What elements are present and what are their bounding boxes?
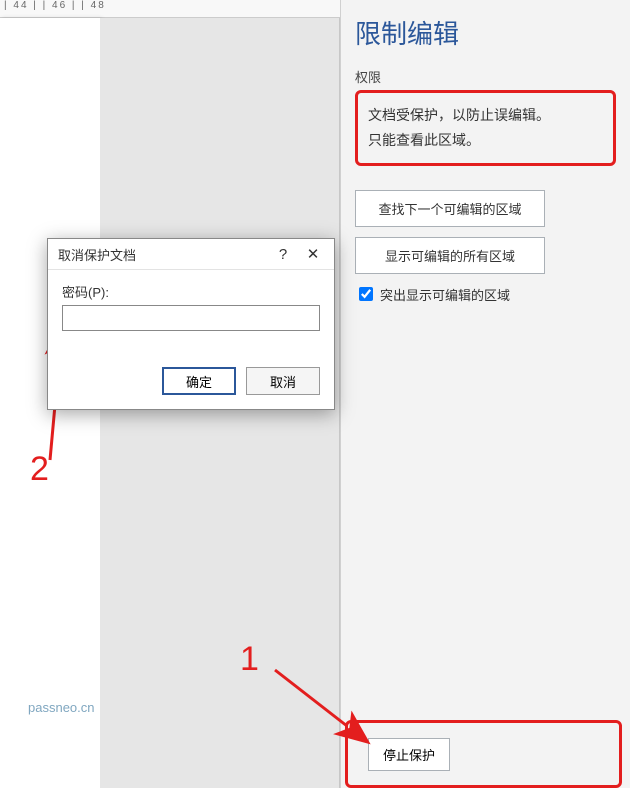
- permissions-label: 权限: [355, 67, 616, 86]
- highlight-regions-checkbox-row[interactable]: 突出显示可编辑的区域: [355, 284, 616, 304]
- close-icon[interactable]: ✕: [298, 243, 328, 265]
- unprotect-document-dialog: 取消保护文档 ? ✕ 密码(P): 确定 取消: [47, 238, 335, 410]
- watermark: passneo.cn: [28, 700, 95, 715]
- help-icon[interactable]: ?: [268, 244, 298, 265]
- annotation-number-1: 1: [240, 640, 259, 679]
- find-next-region-button[interactable]: 查找下一个可编辑的区域: [355, 190, 545, 227]
- password-label: 密码(P):: [62, 282, 320, 301]
- ruler-marks: | 44 | | 46 | | 48: [0, 0, 106, 11]
- password-input[interactable]: [62, 305, 320, 331]
- protection-note: 文档受保护，以防止误编辑。 只能查看此区域。: [355, 90, 616, 166]
- panel-title: 限制编辑: [355, 14, 616, 51]
- ruler: | 44 | | 46 | | 48: [0, 0, 340, 18]
- ok-button[interactable]: 确定: [162, 367, 236, 395]
- stop-protection-area: 停止保护: [345, 720, 622, 788]
- annotation-number-2: 2: [30, 450, 49, 489]
- highlight-regions-label: 突出显示可编辑的区域: [380, 285, 510, 304]
- dialog-title: 取消保护文档: [58, 245, 268, 264]
- restrict-editing-panel: 限制编辑 权限 文档受保护，以防止误编辑。 只能查看此区域。 查找下一个可编辑的…: [340, 0, 630, 788]
- cancel-button[interactable]: 取消: [246, 367, 320, 395]
- protection-note-line: 只能查看此区域。: [368, 128, 603, 153]
- show-all-regions-button[interactable]: 显示可编辑的所有区域: [355, 237, 545, 274]
- dialog-body: 密码(P): 确定 取消: [48, 270, 334, 409]
- highlight-regions-checkbox[interactable]: [359, 287, 373, 301]
- stop-protection-button[interactable]: 停止保护: [368, 738, 450, 771]
- dialog-titlebar: 取消保护文档 ? ✕: [48, 239, 334, 270]
- protection-note-line: 文档受保护，以防止误编辑。: [368, 103, 603, 128]
